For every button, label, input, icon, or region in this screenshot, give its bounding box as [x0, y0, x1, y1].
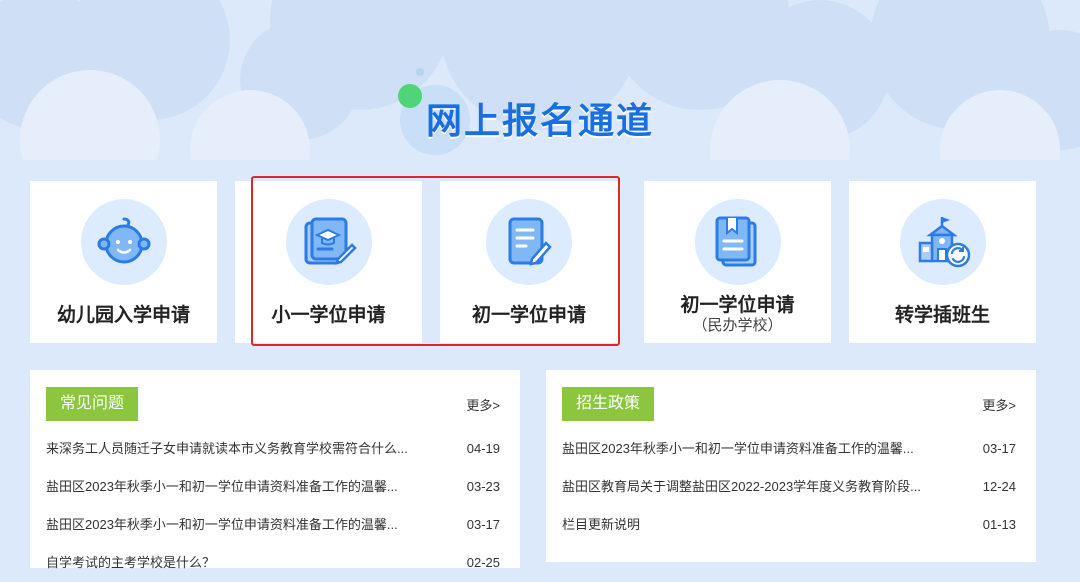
- list-item[interactable]: 自学考试的主考学校是什么？ 02-25: [46, 544, 500, 582]
- faq-tag: 常见问题: [46, 387, 139, 421]
- list-item-title: 来深务工人员随迁子女申请就读本市义务教育学校需符合什么...: [46, 441, 408, 456]
- baby-face-icon: [97, 217, 150, 264]
- faq-list: 来深务工人员随迁子女申请就读本市义务教育学校需符合什么... 04-19 盐田区2…: [46, 430, 500, 582]
- list-item-date: 01-13: [982, 517, 1016, 532]
- card-icon-circle: [899, 199, 986, 285]
- list-item-title: 盐田区2023年秋季小一和初一学位申请资料准备工作的温馨...: [46, 479, 398, 494]
- policy-panel: 招生政策 更多> 盐田区2023年秋季小一和初一学位申请资料准备工作的温馨...…: [546, 370, 1036, 562]
- card-icon-circle: [486, 199, 572, 285]
- hero-decoration-dot-small: [416, 68, 424, 76]
- card-label: 幼儿园入学申请: [56, 305, 190, 326]
- card-label: 初一学位申请: [471, 305, 586, 326]
- list-item-title: 盐田区2023年秋季小一和初一学位申请资料准备工作的温馨...: [562, 441, 914, 456]
- faq-more-link[interactable]: 更多>: [466, 395, 500, 414]
- card-junior-school-application[interactable]: 初一学位申请: [440, 181, 618, 343]
- list-item[interactable]: 盐田区2023年秋季小一和初一学位申请资料准备工作的温馨... 03-17: [562, 430, 1016, 468]
- list-item-title: 自学考试的主考学校是什么？: [46, 555, 216, 570]
- policy-list: 盐田区2023年秋季小一和初一学位申请资料准备工作的温馨... 03-17 盐田区…: [562, 430, 1016, 544]
- list-item-date: 03-17: [982, 441, 1016, 456]
- card-label: 转学插班生: [894, 305, 990, 326]
- list-item-date: 12-24: [982, 479, 1016, 494]
- list-item-date: 03-17: [466, 517, 500, 532]
- edit-document-icon: [508, 217, 552, 266]
- list-item-date: 04-19: [466, 441, 500, 456]
- bookmark-document-icon: [715, 216, 756, 267]
- page-title: 网上报名通道: [426, 101, 655, 142]
- list-item[interactable]: 栏目更新说明 01-13: [562, 506, 1016, 544]
- card-label: 小一学位申请: [271, 305, 386, 326]
- card-primary-school-application[interactable]: 小一学位申请: [235, 181, 422, 343]
- card-kindergarten-application[interactable]: 幼儿园入学申请: [30, 181, 217, 343]
- card-label: 初一学位申请: [680, 295, 795, 316]
- list-item-title: 栏目更新说明: [562, 517, 641, 532]
- hero-decoration-dot-green: [398, 84, 422, 108]
- hero-banner: 网上报名通道: [0, 0, 1080, 170]
- list-item-date: 02-25: [466, 555, 500, 570]
- card-transfer-student[interactable]: 转学插班生: [849, 181, 1036, 343]
- list-item-date: 03-23: [466, 479, 500, 494]
- list-item[interactable]: 盐田区2023年秋季小一和初一学位申请资料准备工作的温馨... 03-23: [46, 468, 500, 506]
- school-transfer-icon: [918, 217, 970, 268]
- card-sublabel: （民办学校）: [692, 317, 783, 334]
- list-item-title: 盐田区教育局关于调整盐田区2022-2023学年度义务教育阶段...: [562, 479, 922, 494]
- graduation-document-icon: [304, 217, 357, 265]
- faq-panel: 常见问题 更多> 来深务工人员随迁子女申请就读本市义务教育学校需符合什么... 0…: [30, 370, 520, 570]
- policy-tag: 招生政策: [562, 387, 655, 421]
- list-item[interactable]: 来深务工人员随迁子女申请就读本市义务教育学校需符合什么... 04-19: [46, 430, 500, 468]
- card-icon-circle: [694, 199, 781, 285]
- card-icon-circle: [80, 199, 167, 285]
- card-private-junior-school-application[interactable]: 初一学位申请 （民办学校）: [644, 181, 831, 343]
- card-icon-circle: [285, 199, 372, 285]
- policy-more-link[interactable]: 更多>: [982, 395, 1016, 414]
- list-item[interactable]: 盐田区2023年秋季小一和初一学位申请资料准备工作的温馨... 03-17: [46, 506, 500, 544]
- list-item[interactable]: 盐田区教育局关于调整盐田区2022-2023学年度义务教育阶段... 12-24: [562, 468, 1016, 506]
- list-item-title: 盐田区2023年秋季小一和初一学位申请资料准备工作的温馨...: [46, 517, 398, 532]
